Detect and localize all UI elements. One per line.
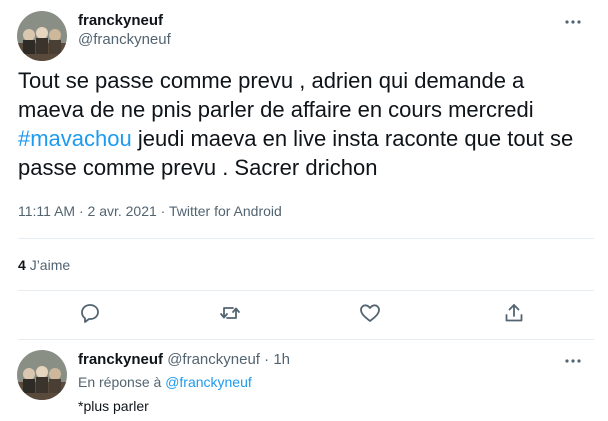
- tweet-timestamp[interactable]: 11:11 AM · 2 avr. 2021 · Twitter for And…: [18, 203, 282, 219]
- reply-age[interactable]: · 1h: [264, 351, 290, 368]
- author-handle[interactable]: @franckyneuf: [78, 31, 171, 48]
- likes-count: 4: [18, 257, 26, 273]
- likes-label: J’aime: [29, 257, 71, 273]
- reply-icon[interactable]: [78, 301, 102, 325]
- divider: [18, 339, 594, 340]
- heart-icon[interactable]: [358, 301, 382, 325]
- in-reply-to-prefix: En réponse à: [78, 374, 162, 390]
- more-options-icon[interactable]: [563, 12, 583, 32]
- in-reply-to: En réponse à @franckyneuf: [78, 374, 252, 390]
- reply-author-avatar[interactable]: [17, 350, 67, 400]
- share-icon[interactable]: [502, 301, 526, 325]
- retweet-icon[interactable]: [218, 301, 242, 325]
- reply-text: *plus parler: [78, 398, 149, 414]
- divider: [18, 238, 594, 239]
- reply-author-handle[interactable]: @franckyneuf: [167, 351, 260, 368]
- tweet-text-part1: Tout se passe comme prevu , adrien qui d…: [18, 68, 534, 122]
- in-reply-to-handle[interactable]: @franckyneuf: [165, 374, 252, 390]
- reply-author-name[interactable]: franckyneuf: [78, 351, 163, 368]
- author-name[interactable]: franckyneuf: [78, 12, 163, 29]
- hashtag-link[interactable]: #mavachou: [18, 126, 132, 151]
- likes-count-row[interactable]: 4 J’aime: [18, 257, 70, 273]
- tweet-text: Tout se passe comme prevu , adrien qui d…: [18, 66, 593, 182]
- divider: [18, 290, 594, 291]
- reply-header: franckyneuf @franckyneuf · 1h: [78, 351, 290, 368]
- author-avatar[interactable]: [17, 11, 67, 61]
- reply-more-options-icon[interactable]: [563, 351, 583, 371]
